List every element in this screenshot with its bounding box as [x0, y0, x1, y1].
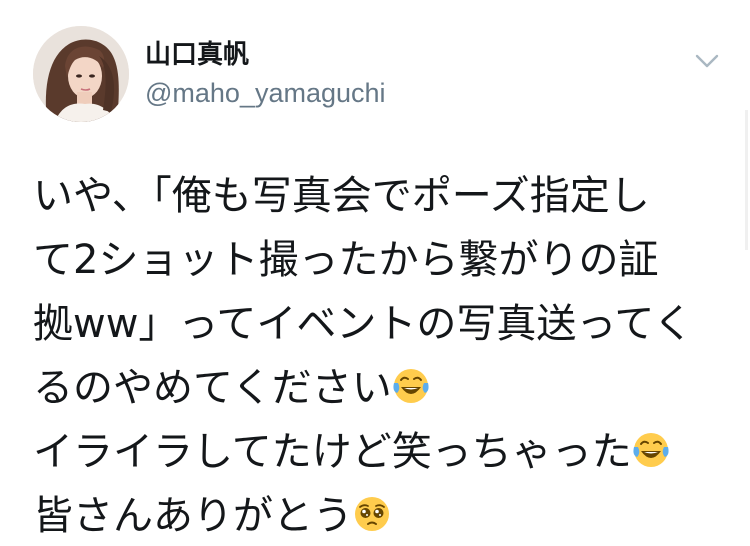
tweet-text-line: イライラしてたけど笑っちゃった	[33, 420, 723, 484]
chevron-down-icon[interactable]	[692, 48, 722, 74]
display-name[interactable]: 山口真帆	[145, 40, 249, 70]
avatar-photo	[33, 26, 129, 122]
tweet-text-segment: るのやめてください	[33, 365, 392, 411]
tweet-text: いや、「俺も写真会でポーズ指定し て2ショット撮ったから繋がりの証 拠ww」って…	[33, 164, 723, 546]
tweet-card: 山口真帆 @maho_yamaguchi いや、「俺も写真会でポーズ指定し て2…	[0, 0, 750, 546]
tweet-text-line: 皆さんありがとう	[33, 484, 723, 546]
tweet-text-segment: 拠ww」ってイベントの写真送ってく	[33, 301, 694, 347]
tweet-text-line: 拠ww」ってイベントの写真送ってく	[33, 292, 723, 356]
tweet-text-segment: て2ショット撮ったから繋がりの証	[33, 237, 659, 283]
face-with-tears-of-joy-icon	[392, 367, 430, 405]
user-handle[interactable]: @maho_yamaguchi	[145, 77, 386, 109]
tweet-text-line: いや、「俺も写真会でポーズ指定し	[33, 164, 723, 228]
tweet-text-segment: 皆さんありがとう	[33, 493, 353, 539]
avatar[interactable]	[33, 26, 129, 122]
tweet-text-segment: いや、「俺も写真会でポーズ指定し	[33, 173, 650, 219]
pleading-face-icon	[353, 495, 391, 533]
tweet-text-segment: イライラしてたけど笑っちゃった	[33, 429, 632, 475]
face-with-tears-of-joy-icon	[632, 431, 670, 469]
scroll-edge	[745, 110, 748, 250]
tweet-text-line: るのやめてください	[33, 356, 723, 420]
tweet-text-line: て2ショット撮ったから繋がりの証	[33, 228, 723, 292]
